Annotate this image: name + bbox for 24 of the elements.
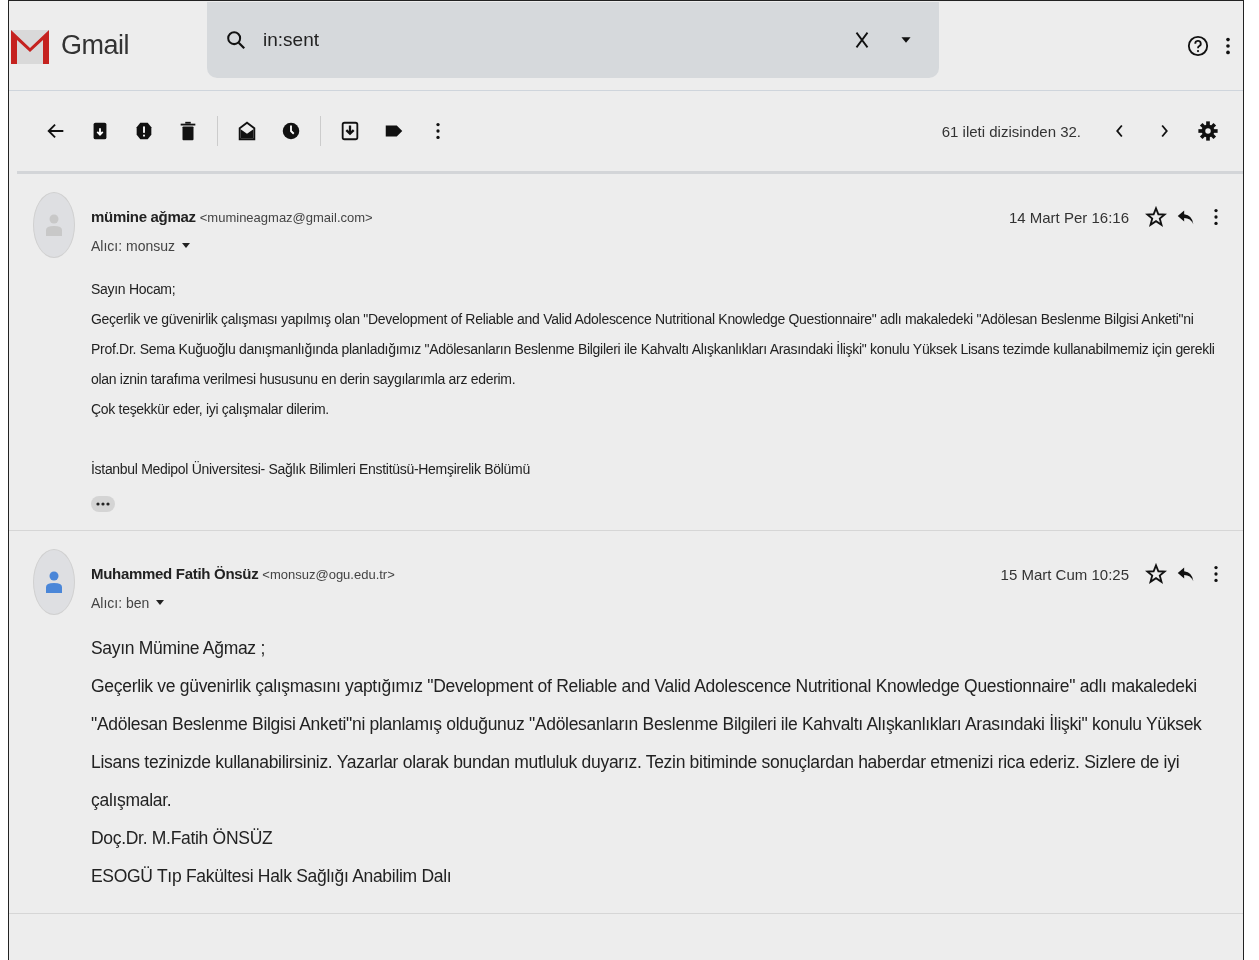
sender-name: mümine ağmaz (91, 208, 196, 225)
sender-email: <monsuz@ogu.edu.tr> (262, 567, 395, 582)
search-icon (225, 28, 247, 51)
caret-icon (155, 599, 166, 607)
message-date: 14 Mart Per 16:16 (1008, 208, 1129, 226)
signature-text: İstanbul Medipol Üniversitesi- Sağlık Bilimleri Enstitüsü-Hemşirelik Bölümü (91, 460, 531, 479)
sender-name: Muhammed Fatih Önsüz (91, 565, 259, 582)
caret-icon (181, 242, 192, 250)
message-text: Sayın Mümine Ağmaz ; (91, 637, 266, 660)
message-text: Çok teşekkür eder, iyi çalışmalar dilerim. (91, 400, 330, 419)
message-date: 15 Mart Cum 10:25 (1000, 565, 1129, 583)
sender-email: <mumineagmaz@gmail.com> (199, 210, 373, 225)
message-text: Doç.Dr. M.Fatih ÖNSÜZ (91, 827, 274, 850)
ellipsis-icon (96, 502, 110, 506)
search-field[interactable]: in:sent (261, 27, 833, 52)
recipient-dropdown[interactable]: Alıcı: monsuz (91, 238, 192, 254)
pagination-text: 61 ileti dizisinden 32. (941, 122, 1081, 140)
message-text: ESOGÜ Tıp Fakültesi Halk Sağlığı Anabilim Dalı (91, 865, 453, 888)
message-text: Geçerlik ve güvenirlik çalışmasını yaptığımız "Development of Reliable and Valid Adolescence Nutritional Knowledge Questionnaire" adlı makaledeki "Adölesan Beslenme Bilgisi Anketi"ni planlamış olduğunuz "Adölesanların Beslenme Bilgileri ile Kahvaltı Alışkanlıkları Arasındaki İlişki" konulu Yüksek Lisans tezinizde kullanabilirsiniz. Yazarlar olarak bundan mutluluk duyarız. Tezin bitiminde sonuçlardan haberdar etmenizi rica ederiz. Sizlere de iyi çalışmalar. (91, 675, 1203, 812)
show-trimmed-button[interactable] (91, 496, 115, 512)
app-name: Gmail (61, 30, 129, 61)
message-text: Geçerlik ve güvenirlik çalışması yapılmış olan "Development of Reliable and Valid Adolescence Nutritional Knowledge Questionnaire" adlı makaledeki "Adölesan Beslenme Bilgisi Anketi"ni Prof.Dr. Sema Kuğuoğlu danışmanlığında planladığımız "Adölesanların Beslenme Bilgileri ile Kahvaltı Alışkanlıkları Arasındaki İlişki" konulu Yüksek Lisans tezimde kullanabilmemiz için gerekli olan iznin tarafıma verilmesi hususunu en derin saygılarımla arz ederim. (91, 310, 1216, 389)
recipient-dropdown[interactable]: Alıcı: ben (91, 595, 166, 611)
message-text: Sayın Hocam; (91, 280, 177, 299)
